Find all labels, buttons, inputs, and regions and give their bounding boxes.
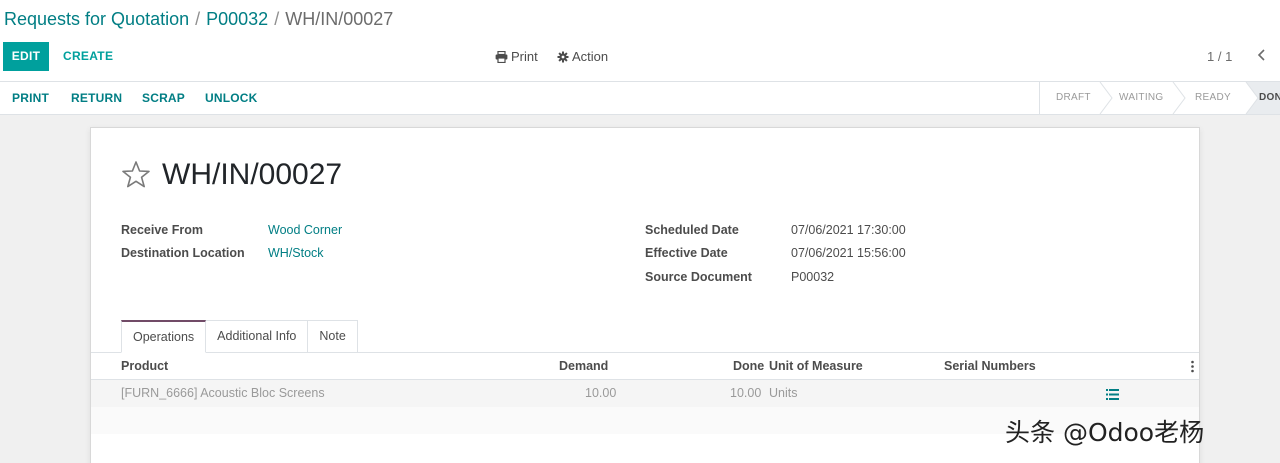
table-header: Product Demand Done Unit of Measure Seri…: [91, 353, 1199, 380]
source-document-value: P00032: [791, 270, 835, 284]
edit-button[interactable]: EDIT: [3, 42, 49, 71]
watermark: 头条 @Odoo老杨: [1005, 418, 1205, 447]
effective-date-label: Effective Date: [645, 246, 728, 260]
step-separator: [1099, 82, 1113, 114]
table-row[interactable]: [FURN_6666] Acoustic Bloc Screens 10.00 …: [91, 380, 1199, 407]
column-header-serial-numbers[interactable]: Serial Numbers: [944, 353, 1036, 380]
column-options-icon[interactable]: [1191, 360, 1194, 373]
breadcrumb-item-po[interactable]: P00032: [206, 9, 268, 29]
status-bar: PRINT RETURN SCRAP UNLOCK DRAFT WAITING …: [0, 82, 1280, 115]
source-document-label: Source Document: [645, 270, 752, 284]
tab-operations[interactable]: Operations: [121, 320, 207, 353]
breadcrumb-item-rfq[interactable]: Requests for Quotation: [4, 9, 189, 29]
receive-from-value[interactable]: Wood Corner: [268, 223, 342, 237]
breadcrumb: Requests for Quotation / P00032/WH/IN/0002…: [4, 9, 393, 30]
column-header-demand[interactable]: Demand: [559, 353, 608, 380]
detailed-operations-icon[interactable]: [1106, 389, 1119, 400]
column-header-product[interactable]: Product: [121, 353, 168, 380]
scheduled-date-value: 07/06/2021 17:30:00: [791, 223, 906, 237]
gear-icon: [557, 51, 569, 62]
record-title: WH/IN/00027: [162, 158, 343, 191]
effective-date-value: 07/06/2021 15:56:00: [791, 246, 906, 260]
tab-note[interactable]: Note: [308, 320, 358, 353]
breadcrumb-separator: /: [195, 9, 201, 29]
print-dropdown-button[interactable]: Print: [495, 42, 538, 71]
row-product: [FURN_6666] Acoustic Bloc Screens: [121, 386, 325, 400]
destination-location-value[interactable]: WH/Stock: [268, 246, 324, 260]
action-label: Action: [572, 49, 609, 64]
control-panel: Requests for Quotation / P00032/WH/IN/0002…: [0, 0, 1280, 82]
row-demand: 10.00: [585, 386, 617, 400]
row-uom: Units: [769, 386, 798, 400]
status-step-draft: DRAFT: [1056, 92, 1091, 103]
star-icon[interactable]: [121, 160, 151, 190]
column-header-done[interactable]: Done: [733, 353, 764, 380]
breadcrumb-separator: /: [274, 9, 280, 29]
breadcrumb-current: WH/IN/00027: [285, 9, 394, 29]
step-separator: [1244, 82, 1259, 114]
scrap-button[interactable]: SCRAP: [142, 82, 185, 114]
status-step-waiting: WAITING: [1119, 92, 1164, 103]
status-steps: DRAFT WAITING READY DONE: [1039, 82, 1280, 114]
pager-previous-icon[interactable]: [1252, 42, 1272, 71]
action-dropdown-button[interactable]: Action: [557, 42, 608, 71]
tab-additional-info[interactable]: Additional Info: [206, 320, 309, 353]
unlock-button[interactable]: UNLOCK: [205, 82, 258, 114]
notebook-tabs: Operations Additional Info Note: [121, 320, 358, 353]
return-button[interactable]: RETURN: [71, 82, 122, 114]
scheduled-date-label: Scheduled Date: [645, 223, 739, 237]
print-icon: [495, 50, 508, 63]
column-header-uom[interactable]: Unit of Measure: [769, 353, 863, 380]
status-step-ready: READY: [1195, 92, 1231, 103]
create-button[interactable]: CREATE: [63, 42, 113, 71]
destination-location-label: Destination Location: [121, 246, 245, 260]
print-button[interactable]: PRINT: [12, 82, 49, 114]
receive-from-label: Receive From: [121, 223, 203, 237]
print-label: Print: [511, 49, 538, 64]
step-separator: [1172, 82, 1186, 114]
row-done: 10.00: [730, 386, 762, 400]
pager-value[interactable]: 1 / 1: [1207, 42, 1232, 71]
